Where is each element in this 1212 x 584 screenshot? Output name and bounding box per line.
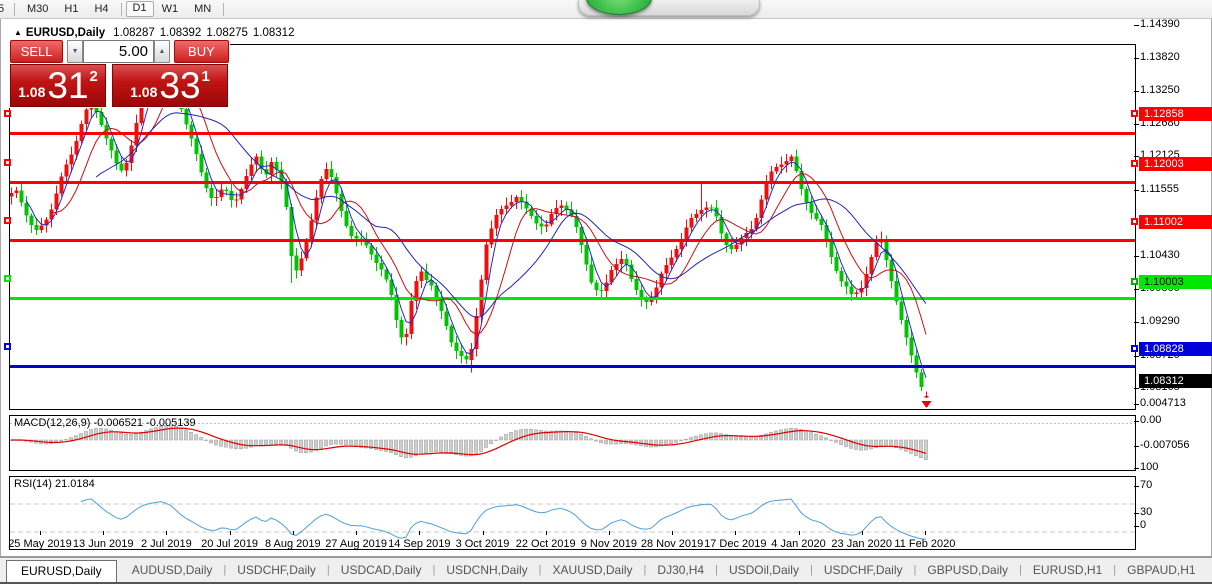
buy-price-pip: 1 xyxy=(201,68,210,85)
chart-tab-gbpusd-daily[interactable]: GBPUSD,Daily xyxy=(916,560,1019,580)
timeframe-button-w1[interactable]: W1 xyxy=(154,1,187,17)
timeframe-button-h1[interactable]: H1 xyxy=(56,1,86,17)
volume-increase-button[interactable]: ▲ xyxy=(154,40,170,63)
chart-title: ▲ EURUSD,Daily 1.08287 1.08392 1.08275 1.0831… xyxy=(14,27,299,39)
sell-price-big: 31 xyxy=(47,65,89,106)
chart-tab-audusd-daily[interactable]: AUDUSD,Daily xyxy=(121,560,224,580)
sell-price-pip: 2 xyxy=(89,68,98,85)
macd-label: MACD(12,26,9) -0.006521 -0.005139 xyxy=(14,417,196,429)
sell-price-button[interactable]: 1.08 31 2 xyxy=(10,64,106,107)
volume-decrease-button[interactable]: ▼ xyxy=(67,40,84,63)
chart-tab-eurusd-h1[interactable]: EURUSD,H1 xyxy=(1022,560,1113,580)
timeframe-button-5[interactable]: 5 xyxy=(0,1,10,17)
chart-tab-eurusd-daily[interactable]: EURUSD,Daily xyxy=(6,559,117,582)
chart-tabs: EURUSD,Daily AUDUSD,Daily | USDCHF,Daily | US… xyxy=(0,558,1212,584)
symbol-period-label: EURUSD,Daily xyxy=(25,27,106,39)
quote-close: 1.08312 xyxy=(252,27,295,39)
macd-pane[interactable]: MACD(12,26,9) -0.006521 -0.005139 xyxy=(9,415,1136,471)
quote-open: 1.08287 xyxy=(113,27,155,39)
chart-tab-dj30-h4[interactable]: DJ30,H4 xyxy=(646,560,715,580)
timeframe-button-d1[interactable]: D1 xyxy=(125,1,154,17)
rsi-pane[interactable]: RSI(14) 21.0184 xyxy=(9,476,1136,550)
one-click-trading-panel: SELL ▼ ▲ BUY 1.08312 1.08331 xyxy=(9,40,230,108)
chart-tab-xauusd-daily[interactable]: XAUUSD,Daily xyxy=(542,560,644,580)
mt4-application: 5 M30 H1 H4 D1 W1 MN MACD(12,26,9) -0.006521 -… xyxy=(0,0,1212,584)
chart-tab-usdchf-daily[interactable]: USDCHF,Daily xyxy=(813,560,914,580)
toolbar-separator xyxy=(120,2,122,16)
chart-tab-usdoil-daily[interactable]: USDOil,Daily xyxy=(718,560,810,580)
timeframe-button-h4[interactable]: H4 xyxy=(86,1,116,17)
down-arrow-icon: ▼ xyxy=(71,48,79,55)
buy-price-big: 33 xyxy=(159,65,201,106)
chart-tab-gbpaud-h1[interactable]: GBPAUD,H1 xyxy=(1116,560,1206,580)
chart-tab-usdcnh-daily[interactable]: USDCNH,Daily xyxy=(435,560,538,580)
collapse-triangle-icon[interactable]: ▲ xyxy=(14,28,22,37)
up-arrow-icon: ▲ xyxy=(158,48,166,55)
toolbar-separator xyxy=(14,2,15,16)
rsi-label: RSI(14) 21.0184 xyxy=(14,478,95,490)
buy-price-prefix: 1.08 xyxy=(130,84,158,100)
buy-button[interactable]: BUY xyxy=(173,40,229,63)
timeframe-button-m30[interactable]: M30 xyxy=(19,1,56,17)
quote-high: 1.08392 xyxy=(159,27,202,39)
volume-input[interactable] xyxy=(83,40,155,63)
timeframe-button-mn[interactable]: MN xyxy=(186,1,219,17)
chart-tab-usdcad-daily[interactable]: USDCAD,Daily xyxy=(330,560,433,580)
toolbar-separator xyxy=(223,2,225,16)
chart-tab-usdchf-daily[interactable]: USDCHF,Daily xyxy=(226,560,327,580)
sell-price-prefix: 1.08 xyxy=(18,84,46,100)
sell-button[interactable]: SELL xyxy=(10,40,64,63)
rsi-chart xyxy=(10,498,1135,540)
quote-low: 1.08275 xyxy=(206,27,248,39)
buy-price-button[interactable]: 1.08 33 1 xyxy=(112,64,228,107)
